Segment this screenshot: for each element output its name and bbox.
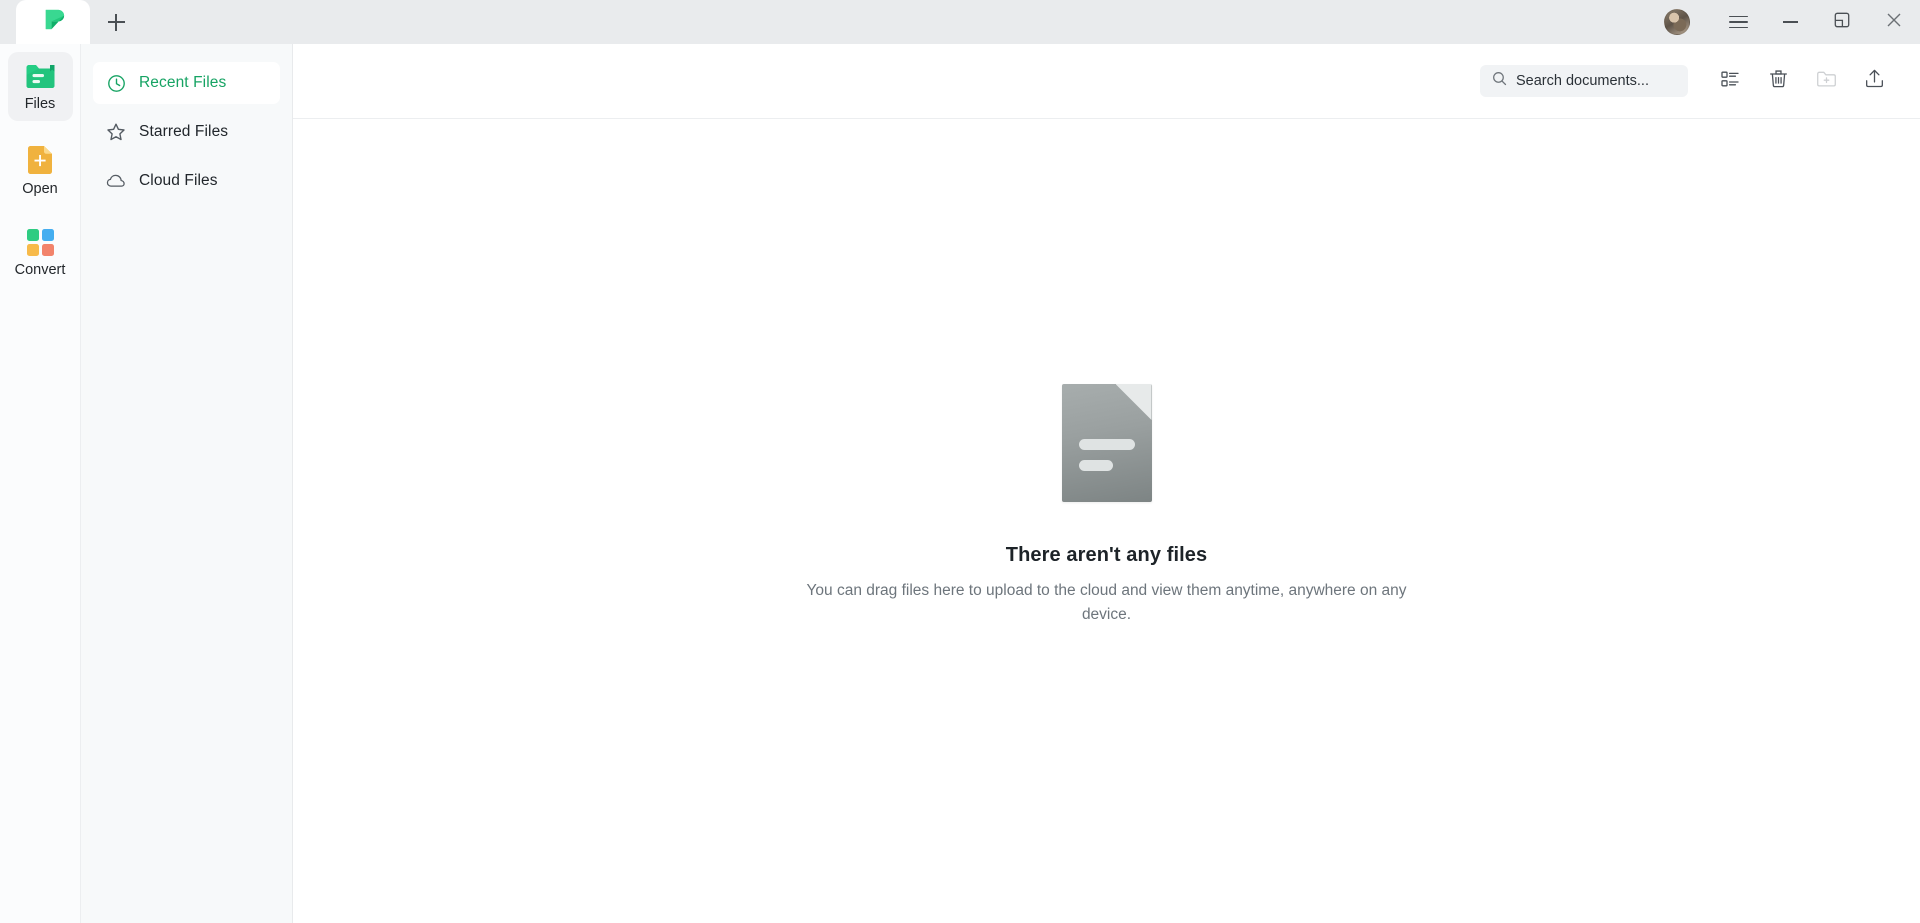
minimize-icon xyxy=(1782,21,1798,23)
empty-state-subtitle: You can drag files here to upload to the… xyxy=(806,582,1407,623)
restore-window-button[interactable] xyxy=(1816,0,1868,44)
cloud-icon xyxy=(106,171,126,191)
document-line-2 xyxy=(1078,460,1113,471)
close-icon xyxy=(1886,12,1902,33)
search-placeholder-text: Search documents... xyxy=(1516,73,1649,89)
clock-icon xyxy=(106,73,126,93)
tab-strip xyxy=(0,0,142,44)
nav-item-starred-files[interactable]: Starred Files xyxy=(93,111,280,153)
rail-item-open[interactable]: Open xyxy=(8,134,73,206)
list-view-icon xyxy=(1720,69,1740,94)
new-folder-button[interactable] xyxy=(1802,57,1850,105)
star-icon xyxy=(106,122,126,142)
upload-icon xyxy=(1864,68,1885,94)
convert-grid-icon xyxy=(26,229,54,256)
close-button[interactable] xyxy=(1868,0,1920,44)
hamburger-menu-button[interactable] xyxy=(1712,0,1764,44)
hamburger-menu-icon xyxy=(1728,15,1748,29)
rail-item-label: Files xyxy=(24,96,56,112)
plus-icon xyxy=(107,13,125,31)
upload-button[interactable] xyxy=(1850,57,1898,105)
main-content: Search documents... There aren't any fil… xyxy=(293,44,1920,923)
app-logo-p-icon xyxy=(40,6,67,38)
document-line-1 xyxy=(1078,439,1135,450)
files-folder-icon xyxy=(25,63,56,90)
restore-window-icon xyxy=(1834,12,1850,33)
nav-item-cloud-files[interactable]: Cloud Files xyxy=(93,160,280,202)
empty-state: There aren't any files You can drag file… xyxy=(293,119,1920,923)
app-tab-active[interactable] xyxy=(16,0,90,44)
rail-item-convert[interactable]: Convert xyxy=(8,218,73,287)
recycle-bin-button[interactable] xyxy=(1754,57,1802,105)
rail-item-label: Convert xyxy=(14,262,66,278)
left-rail: Files Open Convert xyxy=(0,44,81,923)
window-controls xyxy=(1664,0,1920,44)
list-view-button[interactable] xyxy=(1706,57,1754,105)
user-avatar[interactable] xyxy=(1664,9,1690,35)
open-file-plus-icon xyxy=(26,145,54,175)
nav-item-label: Starred Files xyxy=(139,123,229,140)
search-input[interactable]: Search documents... xyxy=(1480,65,1688,97)
content-toolbar: Search documents... xyxy=(293,44,1920,119)
nav-item-recent-files[interactable]: Recent Files xyxy=(93,62,280,104)
recycle-bin-icon xyxy=(1768,68,1789,94)
rail-item-label: Open xyxy=(22,180,58,197)
title-bar xyxy=(0,0,1920,44)
nav-panel: Recent Files Starred Files Cloud Files xyxy=(81,44,293,923)
new-tab-button[interactable] xyxy=(90,0,142,44)
minimize-button[interactable] xyxy=(1764,0,1816,44)
nav-item-label: Cloud Files xyxy=(139,172,218,189)
rail-item-files[interactable]: Files xyxy=(7,52,73,121)
new-folder-icon xyxy=(1816,69,1837,94)
empty-state-title: There aren't any files xyxy=(1005,544,1208,566)
search-icon xyxy=(1492,71,1507,91)
document-file-icon xyxy=(1061,384,1152,502)
nav-item-label: Recent Files xyxy=(139,74,227,91)
